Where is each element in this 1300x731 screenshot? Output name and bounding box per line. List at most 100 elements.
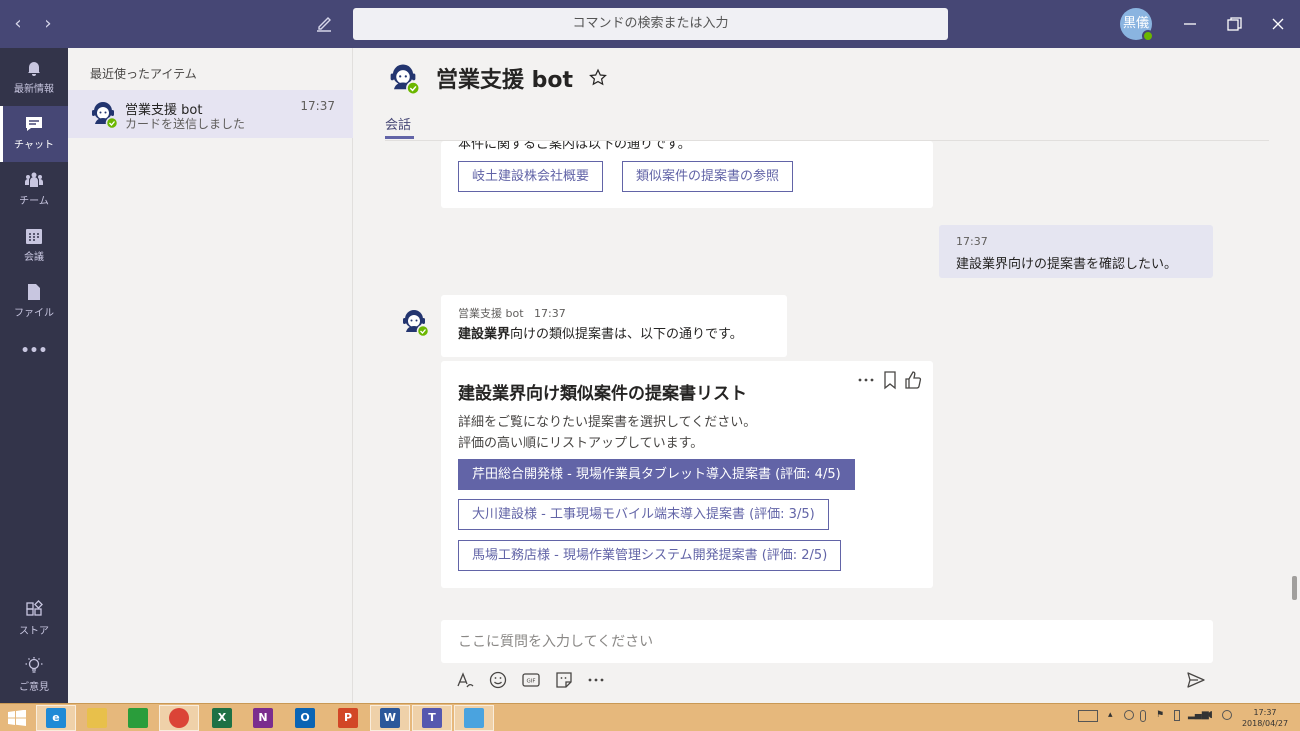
- minimize-icon[interactable]: [1178, 12, 1202, 36]
- rail-item-feedback[interactable]: ご意見: [0, 648, 68, 704]
- rail-label: ストア: [19, 626, 49, 637]
- outlook-icon: O: [295, 708, 315, 728]
- title-bar: ‹ › コマンドの検索または入力 黒儀: [0, 0, 1300, 48]
- conversation-title: 営業支援 bot: [436, 68, 574, 93]
- feedback-icon: [25, 657, 43, 673]
- proposal-list-desc-1: 詳細をご覧になりたい提案書を選択してください。: [458, 415, 757, 430]
- rail-label: チャット: [14, 140, 54, 151]
- bookmark-icon[interactable]: [882, 370, 898, 390]
- bot-message-rest: 向けの類似提案書は、以下の通りです。: [510, 327, 743, 342]
- proposal-option-1[interactable]: 芹田総合開発様 - 現場作業員タブレット導入提案書 (評価: 4/5): [458, 459, 855, 490]
- format-icon[interactable]: [455, 670, 475, 690]
- bot-message-text: 建設業界向けの類似提案書は、以下の通りです。: [458, 323, 743, 342]
- taskbar-excel[interactable]: X: [202, 705, 242, 731]
- tab-underline: [385, 136, 414, 139]
- proposal-option-2[interactable]: 大川建設様 - 工事現場モバイル端末導入提案書 (評価: 3/5): [458, 499, 829, 530]
- onenote-icon: N: [253, 708, 273, 728]
- command-search-input[interactable]: コマンドの検索または入力: [353, 8, 948, 40]
- battery-icon[interactable]: [1174, 710, 1180, 721]
- app-rail: 最新情報 チャット チーム 会議 ファイル ••• ストア ご意見: [0, 48, 68, 703]
- powerpoint-icon: P: [338, 708, 358, 728]
- rail-label: 会議: [24, 252, 44, 263]
- proposal-list-desc-2: 評価の高い順にリストアップしています。: [458, 436, 704, 451]
- tab-conversation[interactable]: 会話: [385, 114, 411, 133]
- taskbar-ie[interactable]: e: [36, 705, 76, 731]
- word-icon: W: [380, 708, 400, 728]
- more-tools-icon[interactable]: [586, 670, 606, 690]
- recent-chat-item[interactable]: 営業支援 bot 17:37 カードを送信しました: [68, 90, 353, 138]
- proposal-option-3[interactable]: 馬場工務店様 - 現場作業管理システム開発提案書 (評価: 2/5): [458, 540, 842, 571]
- sticker-icon[interactable]: [554, 670, 574, 690]
- more-options-icon[interactable]: [856, 370, 876, 390]
- tray-chevron-icon[interactable]: ▴: [1108, 710, 1113, 720]
- rail-item-teams[interactable]: チーム: [0, 162, 68, 218]
- back-arrow-icon[interactable]: ‹: [8, 12, 28, 36]
- emoji-icon[interactable]: [488, 670, 508, 690]
- taskbar-chrome[interactable]: [159, 705, 199, 731]
- taskbar-teams[interactable]: T: [412, 705, 452, 731]
- bot-message-time: 17:37: [534, 307, 566, 320]
- volume-icon[interactable]: ◖: [1208, 710, 1213, 720]
- recent-chat-time: 17:37: [300, 99, 335, 113]
- forward-arrow-icon[interactable]: ›: [38, 12, 58, 36]
- message-composer[interactable]: [441, 620, 1213, 663]
- message-input[interactable]: [458, 620, 1188, 663]
- rail-item-store[interactable]: ストア: [0, 592, 68, 648]
- rail-item-meetings[interactable]: 会議: [0, 218, 68, 274]
- company-overview-button[interactable]: 岐土建設株会社概要: [458, 161, 604, 192]
- rail-label: 最新情報: [14, 84, 54, 95]
- taskbar-onenote[interactable]: N: [243, 705, 283, 731]
- conversation-view: 営業支援 bot 会話 本件に関するご案内は以下の通りです。 岐土建設株会社概要…: [353, 48, 1300, 703]
- chrome-icon: [169, 708, 189, 728]
- windows-taskbar: e X N O P W T ▴ ⚑ ▂▄▆ ◖ 17:37 2018/04/27: [0, 703, 1300, 731]
- taskbar-remote[interactable]: [454, 705, 494, 731]
- bot-message-meta: 営業支援 bot 17:37: [458, 305, 566, 321]
- prev-card: 本件に関するご案内は以下の通りです。 岐土建設株会社概要 類似案件の提案書の参照: [441, 141, 933, 208]
- my-message-text: 建設業界向けの提案書を確認したい。: [956, 257, 1178, 272]
- rail-more-button[interactable]: •••: [0, 340, 68, 368]
- tray-app-icon[interactable]: [1124, 710, 1134, 720]
- taskbar-store[interactable]: [118, 705, 158, 731]
- similar-proposals-button[interactable]: 類似案件の提案書の参照: [622, 161, 794, 192]
- scrollbar-thumb[interactable]: [1292, 576, 1297, 600]
- rail-label: ご意見: [19, 682, 49, 693]
- like-icon[interactable]: [904, 370, 922, 390]
- gif-icon[interactable]: GIF: [521, 670, 541, 690]
- chat-icon: [26, 117, 42, 131]
- bluetooth-icon[interactable]: [1140, 710, 1146, 722]
- taskbar-word[interactable]: W: [370, 705, 410, 731]
- rail-item-chat[interactable]: チャット: [0, 106, 68, 162]
- rail-item-files[interactable]: ファイル: [0, 274, 68, 330]
- rail-label: ファイル: [14, 308, 54, 319]
- windows-start-icon[interactable]: [8, 710, 26, 726]
- taskbar-explorer[interactable]: [77, 705, 117, 731]
- bot-message: 営業支援 bot 17:37 建設業界向けの類似提案書は、以下の通りです。: [441, 295, 787, 357]
- close-icon[interactable]: [1266, 12, 1290, 36]
- notification-icon[interactable]: [1222, 710, 1232, 720]
- favorite-star-icon[interactable]: [588, 68, 608, 88]
- my-message-time: 17:37: [956, 235, 988, 248]
- teams-icon: [25, 172, 43, 187]
- recent-header: 最近使ったアイテム: [90, 67, 197, 81]
- user-avatar[interactable]: 黒儀: [1120, 8, 1154, 42]
- bell-icon: [28, 62, 40, 76]
- clock-time: 17:37: [1253, 708, 1277, 717]
- prev-card-text: 本件に関するご案内は以下の通りです。: [458, 141, 691, 152]
- clock-date: 2018/04/27: [1241, 719, 1289, 728]
- teams-app-icon: T: [422, 708, 442, 728]
- prev-card-clip: 本件に関するご案内は以下の通りです。 岐土建設株会社概要 類似案件の提案書の参照: [441, 141, 933, 210]
- taskbar-clock[interactable]: 17:37 2018/04/27: [1240, 707, 1290, 729]
- taskbar-outlook[interactable]: O: [285, 705, 325, 731]
- file-icon: [28, 284, 40, 300]
- send-icon[interactable]: [1186, 670, 1206, 690]
- rail-item-activity[interactable]: 最新情報: [0, 50, 68, 106]
- maximize-icon[interactable]: [1222, 12, 1246, 36]
- compose-icon[interactable]: [312, 12, 336, 36]
- proposal-list-title: 建設業界向け類似案件の提案書リスト: [458, 384, 747, 404]
- bot-message-bold: 建設業界: [458, 327, 511, 342]
- network-icon[interactable]: ▂▄▆: [1188, 710, 1209, 720]
- taskbar-powerpoint[interactable]: P: [328, 705, 368, 731]
- flag-icon[interactable]: ⚑: [1156, 710, 1164, 720]
- keyboard-icon[interactable]: [1078, 710, 1098, 722]
- recent-pane: 最近使ったアイテム 営業支援 bot 17:37 カードを送信しました: [68, 48, 353, 703]
